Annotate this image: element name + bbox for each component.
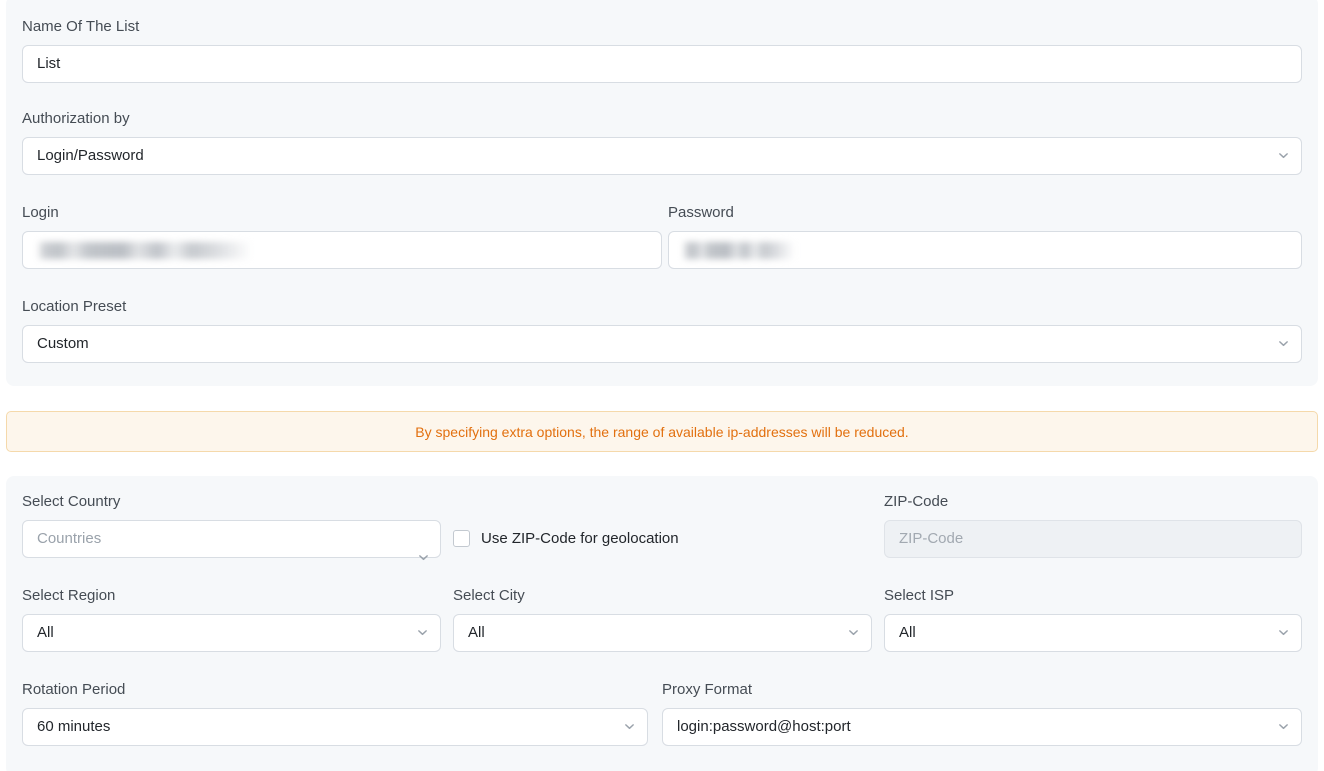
extra-options-warning-banner: By specifying extra options, the range o… bbox=[6, 411, 1318, 452]
select-isp-select[interactable]: All bbox=[884, 614, 1302, 652]
select-country-label: Select Country bbox=[22, 493, 121, 510]
field-select-city: Select City All bbox=[453, 587, 872, 652]
field-select-country: Select Country Countries bbox=[22, 493, 441, 561]
chevron-down-icon bbox=[417, 627, 428, 638]
location-options-card: Select Country Countries Use ZIP-Code fo… bbox=[6, 476, 1318, 771]
proxy-format-label: Proxy Format bbox=[662, 681, 753, 698]
chevron-down-icon bbox=[1278, 338, 1289, 349]
location-preset-select[interactable]: Custom bbox=[22, 325, 1302, 363]
field-password: Password bbox=[668, 204, 1302, 269]
select-region-label: Select Region bbox=[22, 587, 116, 604]
rotation-period-label: Rotation Period bbox=[22, 681, 126, 698]
password-redacted-value bbox=[683, 232, 1287, 268]
select-region-select[interactable]: All bbox=[22, 614, 441, 652]
location-preset-label: Location Preset bbox=[22, 298, 127, 315]
password-input[interactable] bbox=[668, 231, 1302, 269]
select-city-value: All bbox=[468, 624, 485, 641]
field-location-preset: Location Preset Custom bbox=[22, 298, 1302, 363]
warning-text: By specifying extra options, the range o… bbox=[415, 423, 909, 440]
login-label: Login bbox=[22, 204, 59, 221]
proxy-list-configuration-form: Name Of The List List Authorization by L… bbox=[0, 0, 1324, 771]
login-redacted-value bbox=[37, 232, 647, 268]
account-settings-card: Name Of The List List Authorization by L… bbox=[6, 0, 1318, 386]
field-zip-code: ZIP-Code ZIP-Code bbox=[884, 493, 1302, 558]
use-zip-geolocation-label: Use ZIP-Code for geolocation bbox=[481, 530, 679, 547]
chevron-down-icon bbox=[848, 627, 859, 638]
select-region-value: All bbox=[37, 624, 54, 641]
use-zip-geolocation-checkbox[interactable] bbox=[453, 530, 470, 547]
field-proxy-format: Proxy Format login:password@host:port bbox=[662, 681, 1302, 746]
field-rotation-period: Rotation Period 60 minutes bbox=[22, 681, 648, 746]
field-select-region: Select Region All bbox=[22, 587, 441, 652]
field-list-name: Name Of The List List bbox=[22, 18, 1302, 83]
chevron-down-icon bbox=[624, 721, 635, 732]
field-authorization-by: Authorization by Login/Password bbox=[22, 110, 1302, 175]
list-name-label: Name Of The List bbox=[22, 18, 140, 35]
rotation-period-value: 60 minutes bbox=[37, 718, 111, 735]
select-city-select[interactable]: All bbox=[453, 614, 872, 652]
authorization-by-label: Authorization by bbox=[22, 110, 130, 127]
select-country-select[interactable]: Countries bbox=[22, 520, 441, 558]
chevron-down-icon bbox=[1278, 721, 1289, 732]
chevron-down-icon bbox=[1278, 150, 1289, 161]
rotation-period-select[interactable]: 60 minutes bbox=[22, 708, 648, 746]
authorization-by-select[interactable]: Login/Password bbox=[22, 137, 1302, 175]
field-select-isp: Select ISP All bbox=[884, 587, 1302, 652]
password-label: Password bbox=[668, 204, 734, 221]
select-city-label: Select City bbox=[453, 587, 525, 604]
use-zip-geolocation-checkbox-row[interactable]: Use ZIP-Code for geolocation bbox=[453, 530, 679, 547]
location-preset-value: Custom bbox=[37, 335, 89, 352]
login-input[interactable] bbox=[22, 231, 662, 269]
select-isp-value: All bbox=[899, 624, 916, 641]
proxy-format-select[interactable]: login:password@host:port bbox=[662, 708, 1302, 746]
zip-code-label: ZIP-Code bbox=[884, 493, 949, 510]
list-name-input[interactable]: List bbox=[22, 45, 1302, 83]
proxy-format-value: login:password@host:port bbox=[677, 718, 851, 735]
chevron-down-icon bbox=[1278, 627, 1289, 638]
field-login: Login bbox=[22, 204, 662, 269]
zip-code-input[interactable]: ZIP-Code bbox=[884, 520, 1302, 558]
authorization-by-value: Login/Password bbox=[37, 147, 144, 164]
select-isp-label: Select ISP bbox=[884, 587, 955, 604]
